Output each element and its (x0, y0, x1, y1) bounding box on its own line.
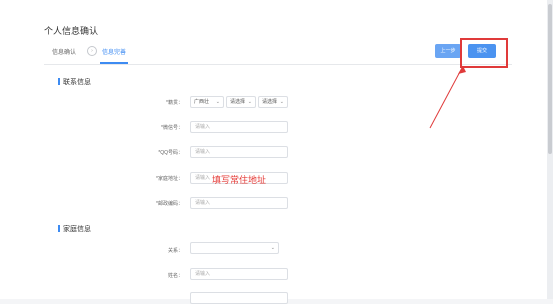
section-marker (58, 225, 60, 232)
relation-select[interactable]: ⌄ (190, 242, 279, 254)
wechat-label: *微信号： (161, 125, 183, 131)
section-contact: 联系信息 (58, 77, 91, 87)
address-label: *家庭地址： (156, 176, 183, 182)
page: 个人信息确认 信息确认 › 信息完善 上一步 提交 联系信息 *籍贯： 广西壮 ⌄… (0, 0, 547, 304)
section-family: 家庭信息 (58, 224, 91, 234)
address-annotation: 填写常住地址 (212, 175, 267, 185)
wechat-input[interactable]: 请输入 (190, 121, 288, 133)
origin-label: *籍贯： (166, 100, 183, 106)
scrollbar[interactable] (547, 0, 553, 299)
qq-label: *QQ号码： (158, 150, 183, 156)
postcode-label: *邮政编码： (156, 201, 183, 207)
origin-county-select[interactable]: 请选择 ⌄ (258, 96, 288, 108)
name-input[interactable]: 请输入 (190, 268, 288, 280)
postcode-input[interactable]: 请输入 (190, 197, 288, 209)
chevron-down-icon: ⌄ (215, 99, 220, 105)
scroll-thumb[interactable] (548, 4, 552, 154)
chevron-down-icon: ⌄ (247, 99, 252, 105)
name-label: 姓名： (167, 273, 183, 279)
chevron-down-icon: ⌄ (279, 99, 284, 105)
section-marker (58, 78, 60, 85)
chevron-down-icon: ⌄ (270, 245, 275, 251)
relation-label: 关系： (167, 248, 183, 254)
origin-city-select[interactable]: 请选择 ⌄ (226, 96, 256, 108)
qq-input[interactable]: 请输入 (190, 146, 288, 158)
origin-province-select[interactable]: 广西壮 ⌄ (190, 96, 224, 108)
next-input[interactable] (190, 292, 288, 304)
